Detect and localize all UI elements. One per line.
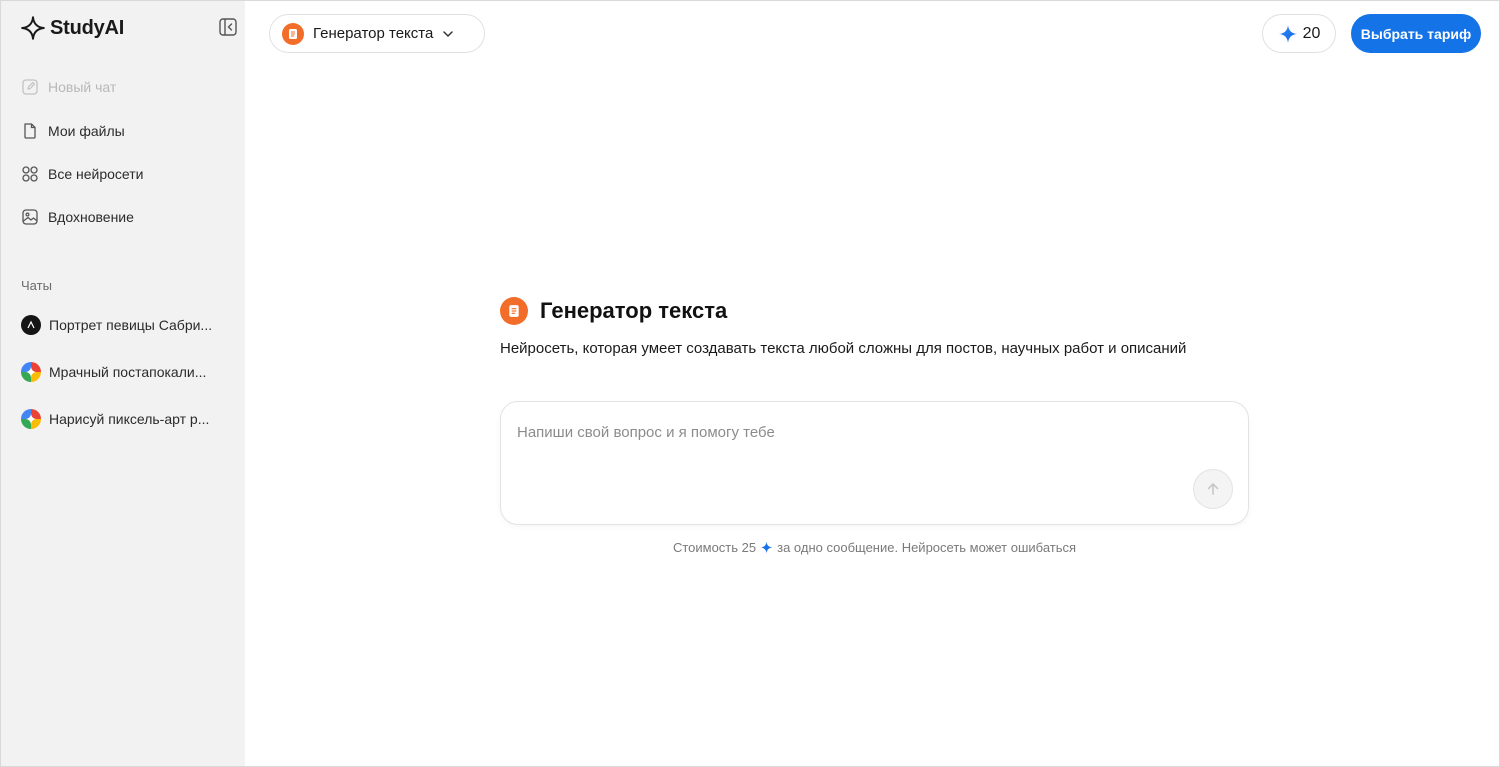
sidebar-item-inspiration[interactable]: Вдохновение xyxy=(21,205,231,229)
prompt-input[interactable] xyxy=(517,424,1217,484)
credits-balance[interactable]: 20 xyxy=(1262,14,1336,53)
sidebar: StudyAI Новый чат Мои файлы Все нейросет… xyxy=(1,1,245,766)
model-selector-label: Генератор текста xyxy=(313,25,434,42)
choose-plan-button[interactable]: Выбрать тариф xyxy=(1351,14,1481,53)
model-description: Нейросеть, которая умеет создавать текст… xyxy=(500,340,1187,357)
file-icon xyxy=(24,123,36,139)
sidebar-item-label: Новый чат xyxy=(48,79,117,95)
app-name: StudyAI xyxy=(50,17,125,39)
multicolor-model-icon xyxy=(21,409,41,429)
model-header: Генератор текста xyxy=(500,297,727,325)
sparkle-credit-icon xyxy=(1278,24,1297,43)
credits-count: 20 xyxy=(1302,24,1321,42)
dark-model-icon xyxy=(21,315,41,335)
arrow-up-icon xyxy=(1207,483,1219,495)
multicolor-model-icon xyxy=(21,362,41,382)
cost-note-prefix: Стоимость 25 xyxy=(672,540,757,555)
chevron-down-icon xyxy=(443,30,454,37)
send-button[interactable] xyxy=(1193,469,1233,509)
chat-item-label: Портрет певицы Сабри... xyxy=(49,317,213,333)
chats-section-title: Чаты xyxy=(21,278,52,293)
image-icon xyxy=(22,209,38,225)
chat-item[interactable]: Нарисуй пиксель-арт р... xyxy=(21,407,235,431)
model-selector[interactable]: Генератор текста xyxy=(269,14,485,53)
chat-item-label: Нарисуй пиксель-арт р... xyxy=(49,411,210,427)
collapse-sidebar-icon[interactable] xyxy=(218,17,238,37)
sparkle-logo-icon xyxy=(21,16,45,40)
cost-note: Стоимость 25 за одно сообщение. Нейросет… xyxy=(500,540,1249,555)
sidebar-item-label: Мои файлы xyxy=(48,123,125,139)
logo[interactable]: StudyAI xyxy=(20,13,238,43)
sidebar-item-new-chat[interactable]: Новый чат xyxy=(21,75,231,99)
cost-note-suffix: за одно сообщение. Нейросеть может ошиба… xyxy=(777,540,1077,555)
edit-icon xyxy=(22,79,38,95)
chat-item-label: Мрачный постапокали... xyxy=(49,364,207,380)
sidebar-item-label: Все нейросети xyxy=(48,166,144,182)
text-generator-icon xyxy=(500,297,528,325)
text-generator-icon xyxy=(282,22,304,45)
sidebar-item-my-files[interactable]: Мои файлы xyxy=(21,119,231,143)
prompt-box xyxy=(500,401,1249,525)
chat-item[interactable]: Портрет певицы Сабри... xyxy=(21,313,235,337)
page-title: Генератор текста xyxy=(540,298,728,323)
sidebar-item-all-models[interactable]: Все нейросети xyxy=(21,162,231,186)
grid-icon xyxy=(22,166,38,182)
sidebar-item-label: Вдохновение xyxy=(48,209,134,225)
sparkle-credit-icon xyxy=(760,541,773,554)
chat-item[interactable]: Мрачный постапокали... xyxy=(21,360,235,384)
